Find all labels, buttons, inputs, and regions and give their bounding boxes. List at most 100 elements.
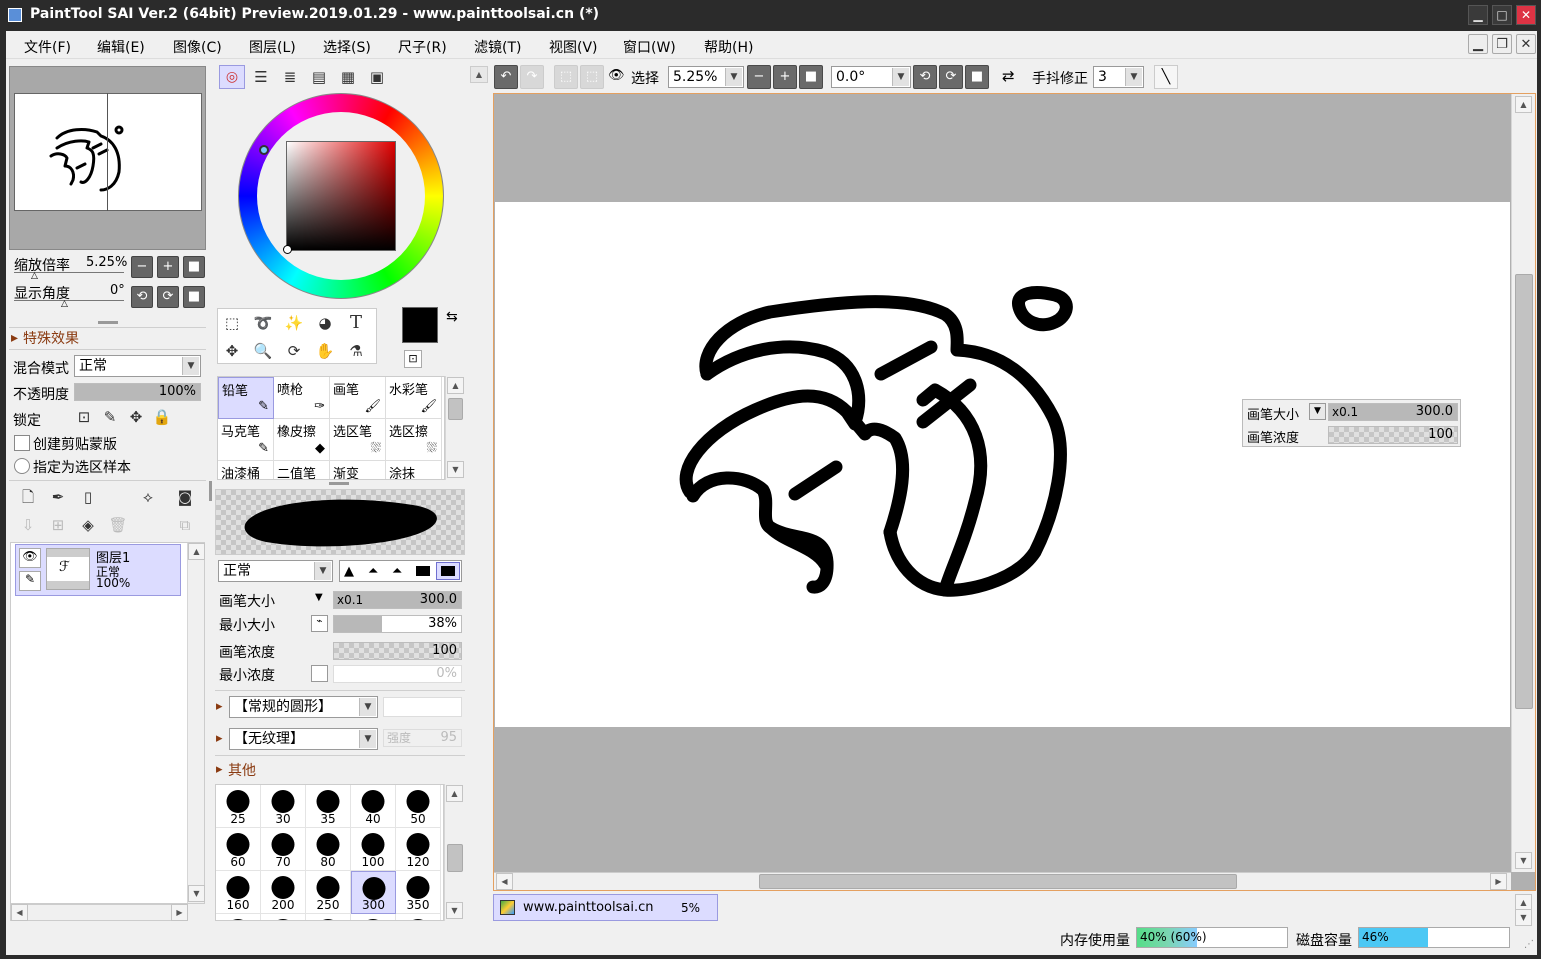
shape-expand-icon[interactable]: ▸ bbox=[216, 699, 223, 714]
resize-grip-icon[interactable]: ⋰ bbox=[1524, 939, 1534, 950]
new-layer-icon[interactable]: 🗋 bbox=[16, 485, 40, 509]
tip-block-icon[interactable] bbox=[416, 566, 430, 576]
brush-preset-60[interactable]: 60 bbox=[216, 828, 261, 871]
clip-mask-checkbox[interactable] bbox=[14, 435, 30, 451]
tool-marker[interactable]: 马克笔 ✎ bbox=[218, 419, 274, 461]
swap-colors-icon[interactable]: ⇆ bbox=[446, 309, 458, 325]
scroll-right-icon[interactable]: ▶ bbox=[1490, 873, 1507, 890]
mixer-tab-icon[interactable]: ▤ bbox=[307, 65, 331, 89]
tool-airbrush[interactable]: 喷枪 ✑ bbox=[274, 377, 330, 419]
sv-picker-handle[interactable] bbox=[283, 245, 292, 254]
tool-watercolor[interactable]: 水彩笔 🖌 bbox=[386, 377, 442, 419]
scroll-thumb[interactable] bbox=[448, 398, 463, 420]
straight-line-icon[interactable]: ╲ bbox=[1154, 65, 1178, 89]
delete-layer-icon[interactable]: 🗑 bbox=[106, 513, 130, 537]
lasso-icon[interactable]: ➰ bbox=[251, 311, 275, 335]
tool-select-eraser[interactable]: 选区擦 ⛆ bbox=[386, 419, 442, 461]
chevron-down-icon[interactable]: ▼ bbox=[1309, 403, 1326, 420]
scroll-down-icon[interactable]: ▼ bbox=[188, 885, 205, 902]
layer-hscrollbar[interactable]: ◀ ▶ bbox=[10, 904, 188, 921]
invert-select-button[interactable]: ⬚ bbox=[580, 65, 604, 89]
lock-paint-icon[interactable]: ✎ bbox=[98, 405, 122, 429]
brush-preset-50[interactable]: 50 bbox=[396, 785, 441, 828]
overlay-size-slider[interactable]: x0.1 300.0 bbox=[1328, 403, 1458, 421]
brush-preset-300[interactable]: 300 bbox=[351, 871, 396, 914]
layer-list-scrollbar[interactable]: ▲ ▼ bbox=[187, 543, 205, 903]
toolbar-zoom-in-button[interactable]: + bbox=[773, 65, 797, 89]
apply-mask-icon[interactable]: ⧉ bbox=[173, 513, 197, 537]
text-tool-icon[interactable]: T bbox=[344, 311, 368, 335]
brush-preset-80[interactable]: 80 bbox=[306, 828, 351, 871]
zoom-tool-icon[interactable]: 🔍 bbox=[251, 339, 275, 363]
flip-horizontal-icon[interactable]: ⇄ bbox=[1002, 67, 1015, 85]
merge-down-icon[interactable]: ⊞ bbox=[46, 513, 70, 537]
texture-expand-icon[interactable]: ▸ bbox=[216, 731, 223, 746]
tool-bucket[interactable]: 油漆桶 bbox=[218, 461, 274, 479]
new-folder-icon[interactable]: ▯ bbox=[76, 485, 100, 509]
eye-icon[interactable]: 👁 bbox=[19, 548, 41, 568]
rotate-tool-icon[interactable]: ⟳ bbox=[282, 339, 306, 363]
other-expand-icon[interactable]: ▸ bbox=[216, 762, 223, 777]
tip-sharp-icon[interactable]: ▲ bbox=[344, 564, 354, 579]
zoom-reset-button[interactable]: ■ bbox=[183, 256, 205, 278]
angle-slider-track[interactable] bbox=[14, 300, 124, 301]
menu-layer[interactable]: 图层(L) bbox=[249, 37, 296, 57]
scroll-right-icon[interactable]: ▶ bbox=[171, 904, 188, 921]
scroll-down-icon[interactable]: ▼ bbox=[1515, 852, 1532, 869]
brush-preset-more[interactable] bbox=[351, 914, 396, 920]
brush-mode-select[interactable]: 正常 ▼ bbox=[218, 560, 333, 582]
zoom-slider-marker[interactable]: △ bbox=[31, 271, 38, 281]
brush-preset-250[interactable]: 250 bbox=[306, 871, 351, 914]
menu-view[interactable]: 视图(V) bbox=[549, 37, 598, 57]
rotate-left-button[interactable]: ⟲ bbox=[131, 286, 153, 308]
redo-button[interactable]: ↷ bbox=[520, 65, 544, 89]
scratchpad-tab-icon[interactable]: ▣ bbox=[365, 65, 389, 89]
opacity-slider[interactable]: 100% bbox=[74, 383, 201, 401]
scroll-up-icon[interactable]: ▲ bbox=[447, 377, 464, 394]
scroll-down-icon[interactable]: ▼ bbox=[446, 902, 463, 919]
tool-brush[interactable]: 画笔 🖌 bbox=[330, 377, 386, 419]
tool-gradient[interactable]: 渐变 bbox=[330, 461, 386, 479]
brush-preset-more[interactable] bbox=[261, 914, 306, 920]
shape-param-field[interactable] bbox=[383, 697, 462, 717]
brush-preset-30[interactable]: 30 bbox=[261, 785, 306, 828]
brush-texture-select[interactable]: 【无纹理】 ▼ bbox=[229, 728, 378, 750]
canvas-page[interactable] bbox=[495, 202, 1510, 727]
navigator-preview[interactable] bbox=[9, 66, 206, 250]
canvas-hscroll-thumb[interactable] bbox=[759, 874, 1237, 889]
hand-icon[interactable]: ✋ bbox=[313, 339, 337, 363]
maximize-button[interactable]: □ bbox=[1492, 5, 1512, 25]
brush-size-dropdown-icon[interactable]: ▼ bbox=[315, 592, 323, 603]
pressure-curve-icon[interactable]: ⌁ bbox=[311, 615, 328, 632]
eyedropper-icon[interactable]: ⚗ bbox=[344, 339, 368, 363]
tool-palette-scrollbar[interactable]: ▲ ▼ bbox=[445, 376, 464, 480]
saturation-value-square[interactable] bbox=[286, 141, 396, 251]
texture-strength-slider[interactable]: 强度 95 bbox=[383, 729, 462, 747]
canvas-vscroll-thumb[interactable] bbox=[1515, 274, 1533, 709]
layer-row[interactable]: 👁 ✎ ℱ 图层1 正常 100% bbox=[15, 544, 181, 596]
other-header[interactable]: 其他 bbox=[228, 760, 256, 780]
tool-select-pen[interactable]: 选区笔 ⛆ bbox=[330, 419, 386, 461]
rgb-slider-tab-icon[interactable]: ☰ bbox=[249, 65, 273, 89]
toolbar-rotate-right-button[interactable]: ⟳ bbox=[939, 65, 963, 89]
brush-preset-25[interactable]: 25 bbox=[216, 785, 261, 828]
menu-file[interactable]: 文件(F) bbox=[24, 37, 71, 57]
brush-shape-select[interactable]: 【常规的圆形】 ▼ bbox=[229, 696, 378, 718]
rect-select-icon[interactable]: ⬚ bbox=[220, 311, 244, 335]
angle-slider-marker[interactable]: △ bbox=[61, 299, 68, 309]
brush-size-slider[interactable]: x0.1 300.0 bbox=[333, 591, 462, 609]
scroll-thumb[interactable] bbox=[447, 844, 463, 872]
min-density-checkbox[interactable] bbox=[311, 665, 328, 682]
hue-picker-handle[interactable] bbox=[259, 145, 269, 155]
brush-preset-35[interactable]: 35 bbox=[306, 785, 351, 828]
pencil-edit-icon[interactable]: ✎ bbox=[19, 571, 41, 591]
overlay-density-slider[interactable]: 100 bbox=[1328, 426, 1458, 444]
zoom-in-button[interactable]: + bbox=[157, 256, 179, 278]
color-wheel-tab-icon[interactable]: ◎ bbox=[219, 65, 245, 89]
swatch-tab-icon[interactable]: ▦ bbox=[336, 65, 360, 89]
effects-header[interactable]: 特殊效果 bbox=[23, 328, 79, 348]
brush-preset-100[interactable]: 100 bbox=[351, 828, 396, 871]
tool-pencil[interactable]: 铅笔 ✎ bbox=[218, 377, 274, 419]
scroll-left-icon[interactable]: ◀ bbox=[496, 873, 513, 890]
rotate-right-button[interactable]: ⟳ bbox=[157, 286, 179, 308]
